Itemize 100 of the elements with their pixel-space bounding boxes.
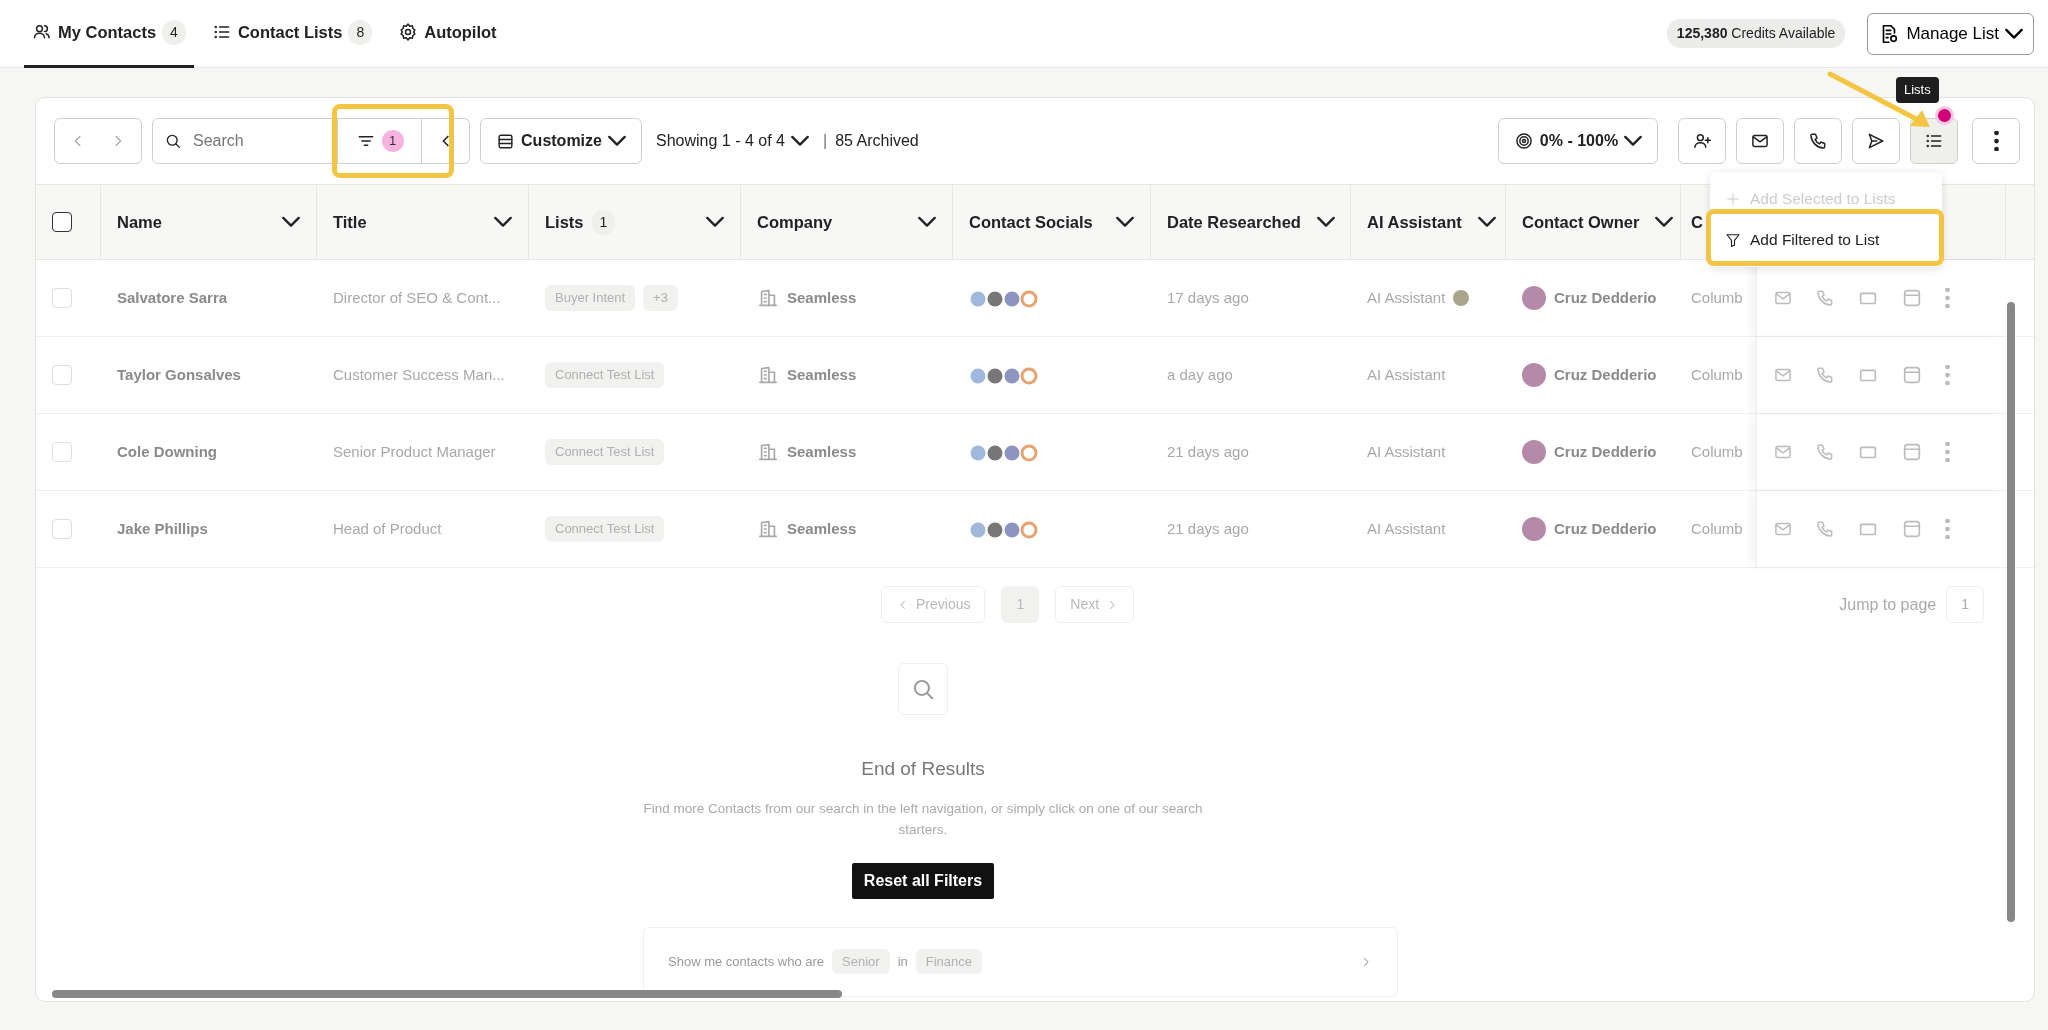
count-badge: 4 xyxy=(162,19,186,45)
chevron-down-icon xyxy=(706,216,724,228)
separator: | xyxy=(822,131,828,151)
building-icon xyxy=(757,364,779,386)
toolbar-button[interactable] xyxy=(1678,118,1726,164)
calendar-icon xyxy=(1901,287,1923,309)
customize-button[interactable]: Customize xyxy=(480,118,642,164)
list-tag: Connect Test List xyxy=(545,439,665,465)
building-icon xyxy=(757,518,779,540)
more-icon xyxy=(1945,365,1950,385)
row-checkbox[interactable] xyxy=(52,288,72,308)
column-header[interactable]: Name xyxy=(101,185,317,259)
table-cell-text: 21 days ago xyxy=(1167,441,1249,462)
chevron-down-icon xyxy=(1116,216,1134,228)
toolbar-button[interactable] xyxy=(1794,118,1842,164)
send-icon xyxy=(1866,131,1886,151)
more-icon xyxy=(1945,288,1950,308)
search-field[interactable]: Search xyxy=(152,118,338,164)
table-cell-text: Cole Downing xyxy=(117,441,217,462)
chevron-down-icon xyxy=(607,135,626,147)
table-cell-text: Columb xyxy=(1691,441,1743,462)
starter-text: in xyxy=(897,952,908,971)
avatar-icon xyxy=(1522,517,1546,541)
menu-item[interactable]: Add Filtered to List xyxy=(1710,219,1942,261)
column-header[interactable]: Title xyxy=(317,185,529,259)
credits-badge: 125,380 Credits Available xyxy=(1666,19,1846,48)
archived-count: 85 Archived xyxy=(835,131,919,151)
search-icon xyxy=(164,132,182,150)
scrollbar-thumb[interactable] xyxy=(2007,302,2015,922)
scrollbar-thumb[interactable] xyxy=(52,990,842,998)
select-all-checkbox[interactable] xyxy=(52,212,72,232)
table-cell-text: Seamless xyxy=(787,364,857,385)
phone-icon xyxy=(1815,365,1835,385)
target-icon xyxy=(1513,131,1534,151)
chevron-down-icon xyxy=(1316,216,1335,228)
table-cell-text: Cruz Dedderio xyxy=(1554,441,1657,462)
table-cell-text: Senior Product Manager xyxy=(333,441,496,462)
score-range-button[interactable]: 0% - 100% xyxy=(1498,118,1658,164)
table-cell-text: AI Assistant xyxy=(1367,518,1446,539)
table-cell-text: Cruz Dedderio xyxy=(1554,287,1657,308)
table-cell-text: 21 days ago xyxy=(1167,518,1249,539)
table-cell-text: Columb xyxy=(1691,518,1743,539)
chevron-down-icon xyxy=(1655,216,1674,228)
table-cell-text: Seamless xyxy=(787,441,857,462)
table-cell-text: Customer Success Man... xyxy=(333,364,505,385)
tab[interactable]: Contact Lists 8 xyxy=(203,0,381,68)
table-cell-text: Columb xyxy=(1691,364,1743,385)
avatar-icon xyxy=(1522,363,1546,387)
table-cell-text: AI Assistant xyxy=(1367,364,1446,385)
phone-icon xyxy=(1815,288,1835,308)
column-header[interactable]: AI Assistant xyxy=(1351,185,1506,259)
chevron-down-icon xyxy=(790,135,809,147)
phone-icon xyxy=(1815,442,1835,462)
table-cell-text: Seamless xyxy=(787,287,857,308)
more-icon xyxy=(1945,442,1950,462)
chevron-down-icon xyxy=(918,216,936,228)
toolbar-button[interactable] xyxy=(1736,118,1784,164)
filter-button[interactable]: 1 xyxy=(338,118,422,164)
tab[interactable]: Autopilot xyxy=(390,0,505,68)
column-header[interactable]: Company xyxy=(741,185,953,259)
calendar-icon xyxy=(1901,441,1923,463)
table-cell-text: Cruz Dedderio xyxy=(1554,364,1657,385)
users-icon xyxy=(32,22,52,42)
table-icon xyxy=(496,131,516,151)
tab[interactable]: My Contacts 4 xyxy=(24,0,194,68)
jump-label: Jump to page xyxy=(1839,594,1937,615)
calendar-icon xyxy=(1901,518,1923,540)
toolbar-button[interactable] xyxy=(1852,118,1900,164)
seniority-tag: Senior xyxy=(832,948,890,975)
row-checkbox[interactable] xyxy=(52,365,72,385)
chevron-down-icon xyxy=(1624,135,1643,147)
chevron-down-icon xyxy=(1477,216,1496,228)
column-header[interactable]: Lists 1 xyxy=(529,185,741,259)
chevron-down-icon xyxy=(494,216,512,228)
toolbar-button[interactable] xyxy=(1910,118,1958,164)
table-cell-text: Cruz Dedderio xyxy=(1554,518,1657,539)
phone-icon xyxy=(1808,131,1828,151)
chevron-down-icon xyxy=(282,216,300,228)
toolbar-button[interactable] xyxy=(1972,118,2020,164)
assistant-avatar-icon xyxy=(1453,290,1470,306)
column-header[interactable]: Date Researched xyxy=(1151,185,1351,259)
chevron-down-icon xyxy=(2005,27,2023,40)
calendar-icon xyxy=(1901,364,1923,386)
table-cell-text: AI Assistant xyxy=(1367,441,1446,462)
column-header[interactable]: Contact Socials xyxy=(953,185,1151,259)
row-checkbox[interactable] xyxy=(52,519,72,539)
column-header[interactable]: Contact Owner xyxy=(1506,185,1681,259)
table-cell-text: Columb xyxy=(1691,287,1743,308)
row-checkbox[interactable] xyxy=(52,442,72,462)
list-tag: +3 xyxy=(643,285,678,311)
department-tag: Finance xyxy=(915,948,983,975)
results-description: Find more Contacts from our search in the left navigation, or simply click on one of our search starters. xyxy=(643,799,1203,840)
notification-dot xyxy=(1938,109,1951,122)
manage-list-button[interactable]: Manage List xyxy=(1867,12,2034,55)
filter-count-badge: 1 xyxy=(381,130,404,152)
table-cell-text: Salvatore Sarra xyxy=(117,287,228,308)
add-user-icon xyxy=(1692,131,1712,151)
table-cell-text: AI Assistant xyxy=(1367,287,1446,308)
reset-filters-button[interactable]: Reset all Filters xyxy=(851,862,995,899)
results-title: End of Results xyxy=(861,757,985,781)
